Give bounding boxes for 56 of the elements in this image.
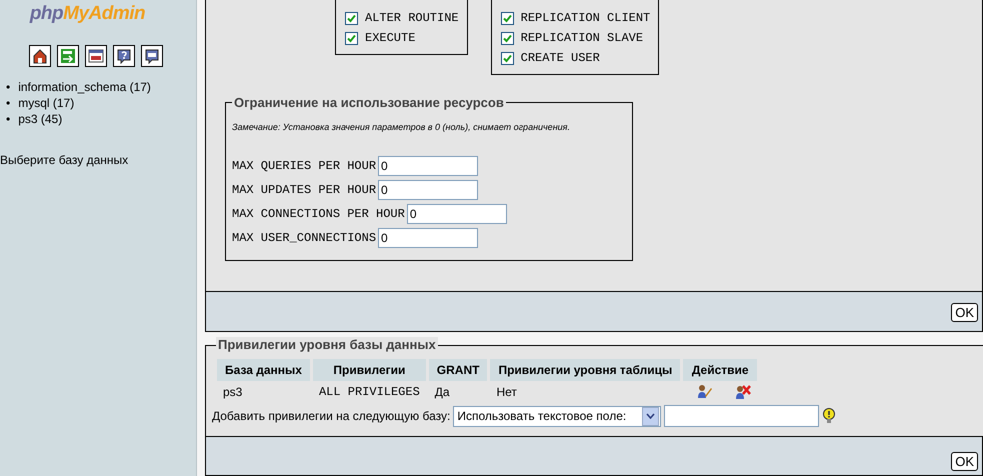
database-link[interactable]: information_schema (17) xyxy=(18,79,151,95)
exit-icon xyxy=(60,48,76,64)
toolbar-button[interactable] xyxy=(57,45,79,67)
ok-button[interactable]: OK xyxy=(951,303,978,322)
database-name-field[interactable] xyxy=(664,405,820,427)
column-header: Привилегии уровня таблицы xyxy=(490,359,680,381)
toolbar-button[interactable] xyxy=(113,45,135,67)
checkbox[interactable] xyxy=(500,32,514,44)
limit-label: MAX CONNECTIONS PER HOUR xyxy=(232,207,405,221)
bullet: • xyxy=(6,79,10,95)
table-cell-text: ps3 xyxy=(222,384,244,401)
column-header: GRANT xyxy=(428,359,488,381)
limit-field[interactable]: 0 xyxy=(378,180,478,200)
checkbox[interactable] xyxy=(500,12,514,24)
column-header: База данных xyxy=(217,359,310,381)
bullet: • xyxy=(6,95,10,111)
query-window-icon xyxy=(144,48,160,64)
checkbox[interactable] xyxy=(345,12,358,24)
limit-label: MAX QUERIES PER HOUR xyxy=(232,159,376,173)
column-header: Привилегии xyxy=(312,359,426,381)
help-icon xyxy=(116,48,132,64)
toolbar-button[interactable] xyxy=(29,45,51,67)
home-icon xyxy=(32,48,48,64)
logo: phpMyAdmin xyxy=(28,2,146,25)
toolbar-button[interactable] xyxy=(141,45,163,67)
database-select[interactable]: Использовать текстовое поле: xyxy=(453,406,662,426)
hint-text: Выберите базу данных xyxy=(0,153,130,167)
toolbar-button[interactable] xyxy=(85,45,107,67)
database-link[interactable]: ps3 (45) xyxy=(18,111,62,127)
bullet: • xyxy=(6,111,10,127)
privilege-label: REPLICATION SLAVE xyxy=(520,31,644,45)
checkbox[interactable] xyxy=(500,52,514,64)
database-link[interactable]: mysql (17) xyxy=(18,95,74,111)
table-cell-text: ALL PRIVILEGES xyxy=(318,384,421,401)
panel-legend: Ограничение на использование ресурсов xyxy=(232,95,506,110)
privilege-label: ALTER ROUTINE xyxy=(365,11,459,25)
ok-button[interactable]: OK xyxy=(951,452,978,471)
limit-field[interactable]: 0 xyxy=(406,204,507,224)
limit-field[interactable]: 0 xyxy=(378,156,478,176)
edit-user-icon[interactable] xyxy=(697,384,714,400)
add-privileges-label: Добавить привилегии на следующую базу: xyxy=(212,409,450,423)
table-cell-text: Нет xyxy=(495,384,518,401)
note-text: Замечание: Установка значения параметров в 0 (ноль), снимает ограничения. xyxy=(232,122,571,132)
privilege-label: REPLICATION CLIENT xyxy=(520,11,650,25)
privilege-label: EXECUTE xyxy=(365,31,416,45)
checkbox[interactable] xyxy=(345,32,358,44)
table-cell-text: Да xyxy=(434,384,451,401)
revoke-user-icon[interactable] xyxy=(735,384,752,400)
limit-label: MAX USER_CONNECTIONS xyxy=(232,231,376,245)
limit-label: MAX UPDATES PER HOUR xyxy=(232,183,376,197)
privilege-label: CREATE USER xyxy=(520,51,600,65)
panel-legend: Привилегии уровня базы данных xyxy=(216,337,438,352)
limit-field[interactable]: 0 xyxy=(378,228,478,248)
sql-window-icon xyxy=(88,48,104,64)
lightbulb-icon xyxy=(822,408,836,424)
column-header: Действие xyxy=(683,359,758,381)
